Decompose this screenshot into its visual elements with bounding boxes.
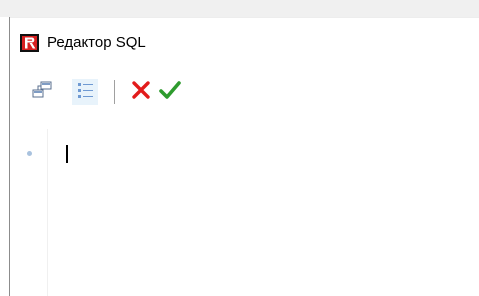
sql-text-input[interactable] [48, 129, 479, 296]
window-title: Редактор SQL [47, 34, 146, 51]
text-caret [66, 145, 68, 163]
apply-button[interactable] [157, 79, 183, 105]
editor-toolbar [10, 69, 479, 129]
toolbar-separator [114, 80, 115, 104]
line-gutter [10, 129, 48, 296]
structure-button[interactable] [29, 79, 55, 105]
green-checkmark-icon [158, 79, 182, 106]
tree-structure-icon [31, 80, 53, 105]
window-titlebar: Редактор SQL [10, 17, 479, 69]
screenshot-root: Редактор SQL [0, 0, 479, 296]
sql-editor [10, 129, 479, 296]
list-view-button[interactable] [72, 79, 98, 105]
red-x-icon [130, 79, 152, 106]
bulleted-list-icon [74, 79, 96, 106]
background-strip [0, 0, 479, 17]
line-marker [27, 151, 32, 156]
firebird-logo-icon [20, 34, 39, 52]
cancel-button[interactable] [128, 79, 154, 105]
sql-editor-window: Редактор SQL [9, 17, 479, 296]
